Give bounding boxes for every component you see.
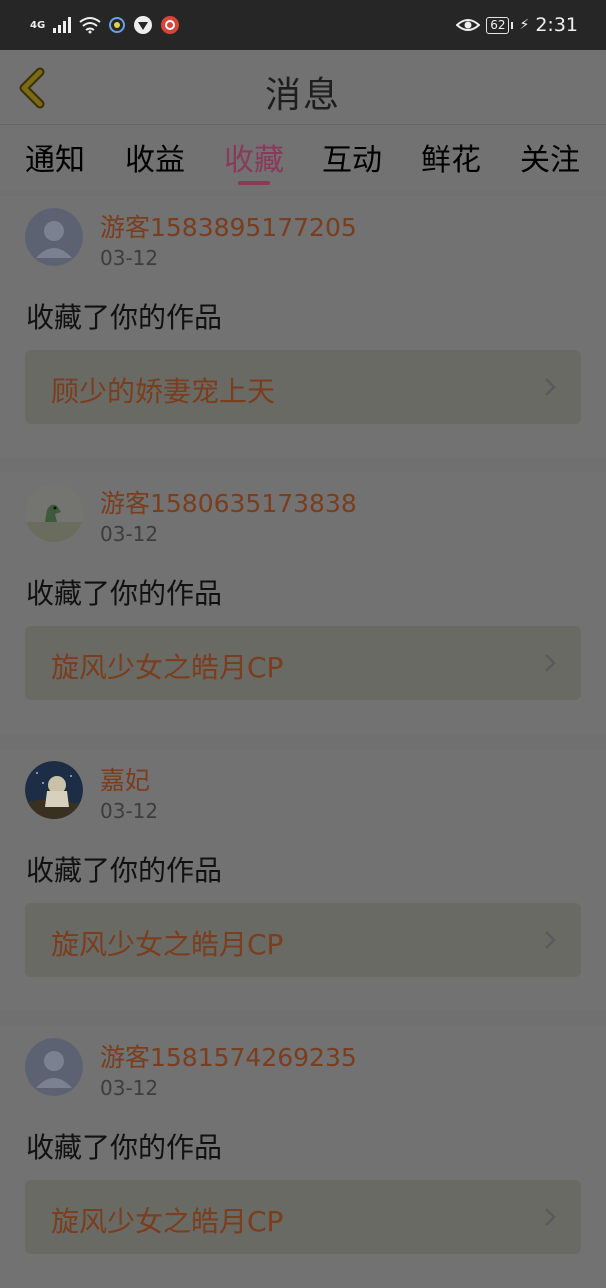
chevron-right-icon — [545, 378, 556, 396]
username[interactable]: 嘉妃 — [100, 761, 150, 797]
username[interactable]: 游客1583895177205 — [100, 208, 357, 244]
work-link[interactable]: 旋风少女之皓月CP — [25, 1180, 581, 1254]
list-item: 游客1580635173838 03-12 收藏了你的作品 旋风少女之皓月CP — [0, 472, 606, 734]
photo-avatar[interactable] — [25, 761, 83, 819]
app-notification-icon-1 — [109, 17, 126, 33]
date: 03-12 — [100, 799, 159, 823]
header: 消息 — [0, 50, 606, 125]
network-type: 4G — [30, 19, 46, 31]
list-item: 游客1581574269235 03-12 收藏了你的作品 旋风少女之皓月CP — [0, 1026, 606, 1288]
work-link[interactable]: 旋风少女之皓月CP — [25, 626, 581, 700]
list-item: 嘉妃 03-12 收藏了你的作品 旋风少女之皓月CP — [0, 749, 606, 1011]
work-link[interactable]: 旋风少女之皓月CP — [25, 903, 581, 977]
tab-notification[interactable]: 通知 — [10, 135, 100, 179]
tab-earnings[interactable]: 收益 — [110, 135, 200, 179]
list-item: 游客1583895177205 03-12 收藏了你的作品 顾少的娇妻宠上天 — [0, 196, 606, 458]
chevron-right-icon — [545, 654, 556, 672]
status-bar: 4G 62 ⚡ 2:31 — [0, 0, 606, 50]
tab-bar: 通知 收益 收藏 互动 鲜花 关注 — [0, 125, 606, 191]
action-text: 收藏了你的作品 — [26, 301, 223, 334]
active-tab-indicator — [238, 181, 270, 185]
chevron-right-icon — [545, 931, 556, 949]
action-text: 收藏了你的作品 — [26, 1131, 223, 1164]
work-title: 旋风少女之皓月CP — [51, 651, 284, 684]
work-title: 旋风少女之皓月CP — [51, 1205, 284, 1238]
tab-flowers[interactable]: 鲜花 — [406, 135, 496, 179]
default-avatar-icon[interactable] — [25, 1038, 83, 1096]
action-text: 收藏了你的作品 — [26, 854, 223, 887]
work-title: 顾少的娇妻宠上天 — [51, 375, 276, 408]
tab-follow[interactable]: 关注 — [505, 135, 595, 179]
date: 03-12 — [100, 522, 159, 546]
default-avatar-icon[interactable] — [25, 208, 83, 266]
action-text: 收藏了你的作品 — [26, 577, 223, 610]
work-title: 旋风少女之皓月CP — [51, 928, 284, 961]
tab-interaction[interactable]: 互动 — [307, 135, 397, 179]
tab-favorites[interactable]: 收藏 — [209, 135, 299, 179]
username[interactable]: 游客1581574269235 — [100, 1038, 357, 1074]
work-link[interactable]: 顾少的娇妻宠上天 — [25, 350, 581, 424]
app-notification-icon-2 — [134, 16, 153, 34]
date: 03-12 — [100, 1076, 159, 1100]
app-screen: 消息 通知 收益 收藏 互动 鲜花 关注 游客1583895177205 03-… — [0, 50, 606, 1288]
charging-icon: ⚡ — [519, 17, 530, 33]
status-right-icons: 62 ⚡ 2:31 — [456, 12, 578, 38]
chevron-right-icon — [545, 1208, 556, 1226]
username[interactable]: 游客1580635173838 — [100, 484, 357, 520]
date: 03-12 — [100, 246, 159, 270]
battery-indicator: 62 — [486, 16, 514, 34]
eye-icon — [456, 19, 481, 31]
status-left-icons: 4G — [30, 12, 180, 38]
page-title: 消息 — [264, 75, 341, 116]
signal-icon — [53, 17, 72, 33]
dinosaur-avatar[interactable] — [25, 484, 83, 542]
app-notification-icon-3 — [161, 16, 180, 34]
wifi-icon — [79, 17, 101, 34]
clock: 2:31 — [535, 14, 578, 36]
